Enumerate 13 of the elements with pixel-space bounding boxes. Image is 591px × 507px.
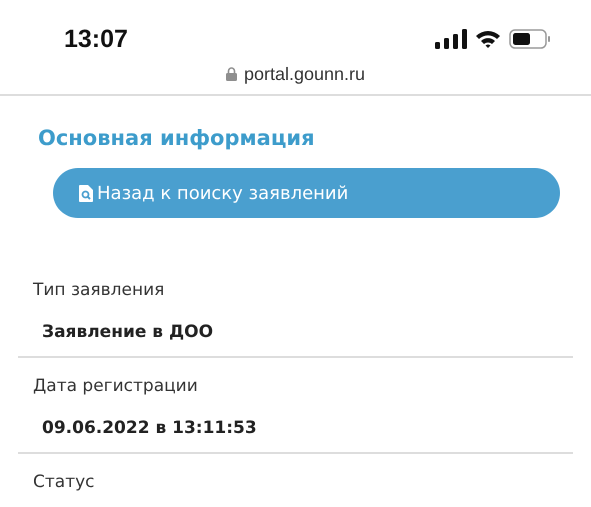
section-heading: Основная информация	[38, 126, 316, 150]
field-value: Заявление в ДОО	[42, 322, 214, 342]
wifi-icon	[475, 29, 501, 49]
signal-icon	[435, 29, 467, 49]
field-label: Дата регистрации	[33, 376, 199, 396]
lock-icon	[226, 67, 237, 81]
status-time: 13:07	[64, 24, 128, 54]
field-label: Статус	[33, 472, 96, 492]
field-value: 09.06.2022 в 13:11:53	[42, 418, 258, 438]
field-label: Тип заявления	[33, 280, 166, 300]
battery-icon	[509, 29, 551, 49]
document-search-icon	[79, 184, 93, 202]
url-text[interactable]: portal.gounn.ru	[244, 64, 366, 84]
